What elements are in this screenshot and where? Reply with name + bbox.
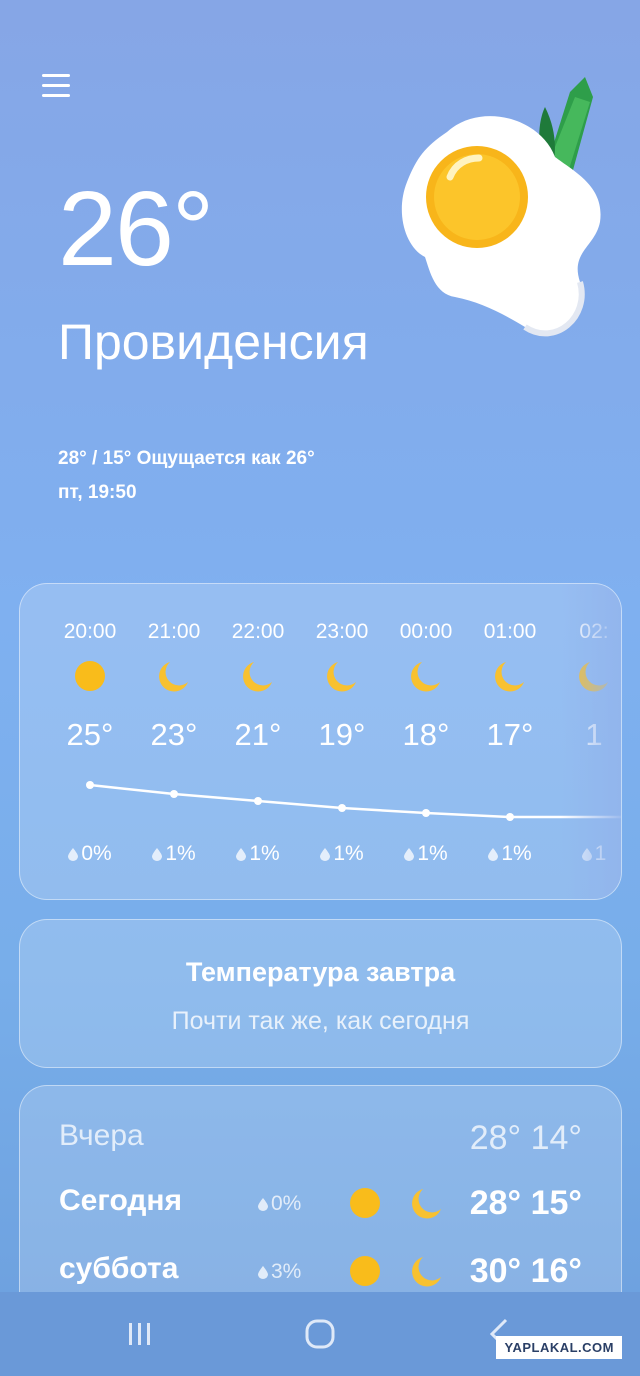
day-precipitation: 3% [258,1260,301,1284]
tomorrow-subtitle: Почти так же, как сегодня [171,1007,470,1035]
moon-icon [412,1257,441,1287]
day-temperatures: 28° 15° [469,1184,582,1222]
sun-icon [350,1256,380,1286]
day-temperatures: 30° 16° [469,1252,582,1290]
sun-icon [350,1188,380,1218]
daily-forecast-card[interactable]: Вчера 28° 14° Сегодня 0% 28° 15° суббота… [19,1085,622,1327]
day-name: суббота [59,1252,179,1285]
home-button[interactable] [298,1314,342,1354]
system-navigation-bar: YAPLAKAL.COM [0,1292,640,1376]
current-temperature: 26° [58,170,214,288]
day-name: Вчера [59,1119,144,1152]
daily-row-today[interactable]: Сегодня 0% 28° 15° [20,1184,621,1234]
fried-egg-illustration [401,77,601,337]
raindrop-icon [258,1266,268,1279]
day-name: Сегодня [59,1184,183,1217]
hourly-forecast-card[interactable]: 20:00 25° 0% 21:00 23° 1% 22:00 21° 1% 23:00 19° 1%… [19,583,622,900]
update-datetime: пт, 19:50 [58,482,137,503]
raindrop-icon [258,1198,268,1211]
watermark: YAPLAKAL.COM [496,1336,622,1359]
tomorrow-temperature-card[interactable]: Температура завтра Почти так же, как сег… [19,919,622,1068]
tomorrow-title: Температура завтра [185,957,456,987]
min-max-feels-like: 28° / 15° Ощущается как 26° [58,448,315,469]
day-precipitation: 0% [258,1192,301,1216]
menu-icon[interactable] [40,70,72,102]
daily-row-yesterday[interactable]: Вчера 28° 14° [20,1119,621,1169]
city-name[interactable]: Провиденсия [58,315,369,370]
temperature-trend-line [86,781,621,821]
recent-apps-button[interactable] [118,1314,162,1354]
day-temperatures: 28° 14° [469,1119,582,1157]
moon-icon [412,1189,441,1219]
